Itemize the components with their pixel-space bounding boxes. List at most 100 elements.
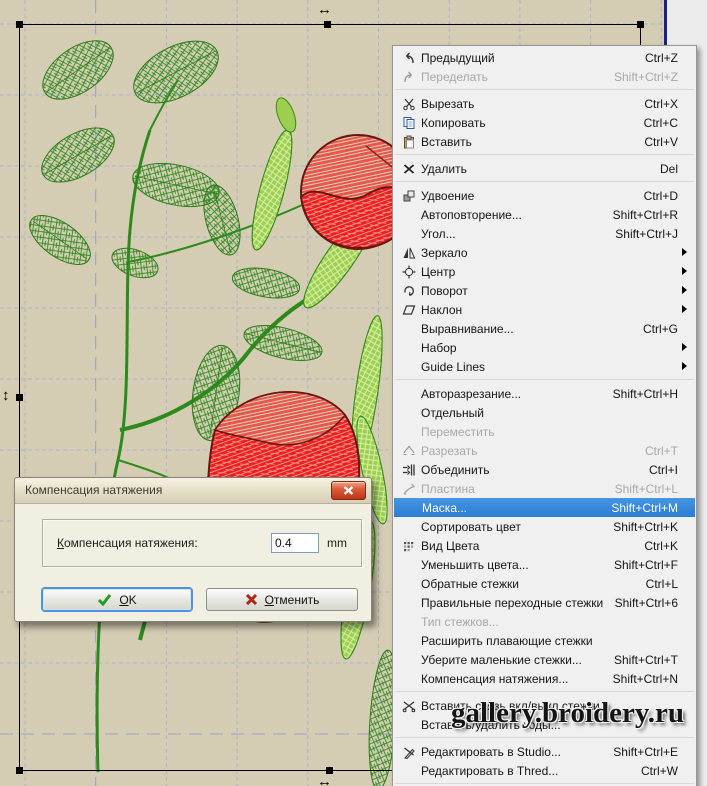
menu-item-edit-thred[interactable]: Редактировать в Thred... Ctrl+W [393,761,696,780]
compensation-fieldset: Компенсация натяжения: mm [42,519,362,567]
cancel-x-icon [245,593,257,606]
menu-item-shortcut: Shift+Ctrl+J [615,226,678,241]
menu-item-undo[interactable]: Предыдущий Ctrl+Z [393,48,696,67]
menu-item-label: Сортировать цвет [421,519,521,534]
menu-item-cut[interactable]: Вырезать Ctrl+X [393,94,696,113]
menu-item-label: Наклон [421,302,463,317]
selection-handle[interactable] [16,21,23,28]
menu-item-copy[interactable]: Копировать Ctrl+C [393,113,696,132]
menu-item-mirror[interactable]: Зеркало [393,243,696,262]
menu-item-edit-studio[interactable]: Редактировать в Studio... Shift+Ctrl+E [393,742,696,761]
menu-item-label: Маска... [422,500,467,515]
menu-item-label: Guide Lines [421,359,486,374]
compensation-field-label: Компенсация натяжения: [57,536,198,550]
menu-separator [395,154,694,155]
menu-item-label: Предыдущий [421,50,495,65]
menu-item-reverse-stitches[interactable]: Обратные стежки Ctrl+L [393,574,696,593]
menu-separator [395,783,694,784]
cancel-button[interactable]: Отменить [206,588,358,611]
menu-item-label: Зеркало [421,245,468,260]
menu-item-remove-small[interactable]: Уберите маленькие стежки... Shift+Ctrl+T [393,650,696,669]
menu-item-split[interactable]: Разрезать Ctrl+T [393,441,696,460]
menu-item-label: Пластина [421,481,475,496]
menu-item-label: Обратные стежки [421,576,519,591]
menu-item-label: Разрезать [421,443,478,458]
menu-item-shortcut: Ctrl+Z [645,50,678,65]
studio-icon [397,745,421,759]
menu-item-align[interactable]: Выравнивание... Ctrl+G [393,319,696,338]
menu-item-label: Удалить [421,161,467,176]
menu-item-rotate[interactable]: Поворот [393,281,696,300]
menu-item-shortcut: Shift+Ctrl+F [613,557,678,572]
tension-compensation-dialog: Компенсация натяжения Компенсация натяже… [14,477,372,622]
unit-label: mm [327,536,347,550]
menu-item-move[interactable]: Переместить [393,422,696,441]
menu-item-autosplit[interactable]: Авторазрезание... Shift+Ctrl+H [393,384,696,403]
menu-item-set[interactable]: Набор [393,338,696,357]
menu-item-label: Объединить [421,462,490,477]
menu-item-shortcut: Ctrl+T [645,443,678,458]
menu-separator [395,691,694,692]
menu-item-label: Редактировать в Studio... [421,744,561,759]
submenu-arrow-icon [682,362,691,370]
compensation-value-input[interactable] [271,533,319,553]
undo-icon [397,51,421,65]
menu-item-angle[interactable]: Угол... Shift+Ctrl+J [393,224,696,243]
menu-item-plate[interactable]: Пластина Shift+Ctrl+L [393,479,696,498]
menu-item-shortcut: Ctrl+W [641,763,678,778]
menu-item-doubling[interactable]: Удвоение Ctrl+D [393,186,696,205]
resize-cursor-vertical-icon: ↕ [2,387,10,404]
selection-handle[interactable] [16,767,23,774]
menu-item-skew[interactable]: Наклон [393,300,696,319]
menu-item-shortcut: Ctrl+I [648,462,678,477]
menu-item-shortcut: Shift+Ctrl+E [613,744,678,759]
menu-item-delete[interactable]: Удалить Del [393,159,696,178]
menu-item-sort-color[interactable]: Сортировать цвет Shift+Ctrl+K [393,517,696,536]
dialog-close-button[interactable] [331,481,366,500]
submenu-arrow-icon [682,305,691,313]
menu-item-redo[interactable]: Переделать Shift+Ctrl+Z [393,67,696,86]
menu-item-shortcut: Shift+Ctrl+Z [613,69,678,84]
menu-item-label: Набор [421,340,457,355]
menu-item-transition-stitches[interactable]: Правильные переходные стежки Shift+Ctrl+6 [393,593,696,612]
menu-item-autorepeat[interactable]: Автоповторение... Shift+Ctrl+R [393,205,696,224]
menu-item-shortcut: Ctrl+X [644,96,678,111]
menu-item-stitch-type[interactable]: Тип стежков... [393,612,696,631]
ok-button[interactable]: OK [42,588,192,611]
menu-item-reduce-colors[interactable]: Уменьшить цвета... Shift+Ctrl+F [393,555,696,574]
selection-handle[interactable] [16,394,23,401]
menu-item-shortcut: Ctrl+V [644,134,678,149]
submenu-arrow-icon [682,248,691,256]
menu-item-label: Отдельный [421,405,484,420]
menu-item-label: Компенсация натяжения... [421,671,569,686]
menu-item-label: Центр [421,264,456,279]
menu-item-paste[interactable]: Вставить Ctrl+V [393,132,696,151]
menu-item-pull-compensation[interactable]: Компенсация натяжения... Shift+Ctrl+N [393,669,696,688]
menu-item-mask[interactable]: Маска... Shift+Ctrl+M [394,498,695,517]
menu-item-center[interactable]: Центр [393,262,696,281]
menu-item-label: Тип стежков... [421,614,499,629]
selection-handle[interactable] [637,21,644,28]
dialog-titlebar[interactable]: Компенсация натяжения [15,478,371,504]
menu-item-separate[interactable]: Отдельный [393,403,696,422]
menu-item-shortcut: Shift+Ctrl+6 [614,595,678,610]
menu-item-join[interactable]: Объединить Ctrl+I [393,460,696,479]
menu-item-shortcut: Shift+Ctrl+N [612,671,678,686]
menu-item-label: Переделать [421,69,488,84]
menu-item-view-colors[interactable]: Вид Цвета Ctrl+K [393,536,696,555]
submenu-arrow-icon [682,343,691,351]
mirror-icon [397,246,421,260]
menu-item-label: Авторазрезание... [421,386,522,401]
menu-item-label: Выравнивание... [421,321,514,336]
menu-item-label: Уберите маленькие стежки... [421,652,582,667]
menu-item-label: Переместить [421,424,495,439]
skew-icon [397,303,421,317]
menu-item-expand-floating[interactable]: Расширить плавающие стежки [393,631,696,650]
menu-item-shortcut: Ctrl+G [642,321,678,336]
plate-icon [397,482,421,496]
center-icon [397,265,421,279]
menu-item-label: Вырезать [421,96,475,111]
selection-handle[interactable] [324,21,331,28]
menu-item-guide-lines[interactable]: Guide Lines [393,357,696,376]
menu-item-label: Удвоение [421,188,475,203]
